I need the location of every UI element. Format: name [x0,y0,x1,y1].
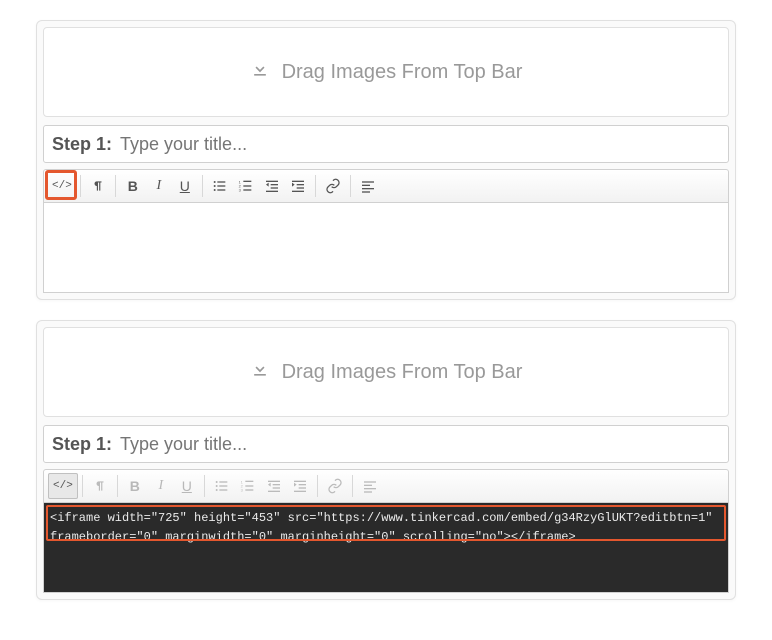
italic-button[interactable]: I [146,173,172,199]
code-view-button[interactable]: </> [48,173,76,199]
toolbar-separator [115,175,116,197]
toolbar-separator [204,475,205,497]
editor-toolbar: </> B I U 123 [43,469,729,503]
italic-button: I [148,473,174,499]
toolbar-separator [202,175,203,197]
bold-button[interactable]: B [120,173,146,199]
title-input[interactable] [120,134,720,155]
image-drop-zone[interactable]: Drag Images From Top Bar [43,27,729,117]
code-editor-content[interactable]: <iframe width="725" height="453" src="ht… [43,503,729,593]
svg-text:3: 3 [240,487,243,492]
image-drop-zone[interactable]: Drag Images From Top Bar [43,327,729,417]
indent-button [287,473,313,499]
step-title-row: Step 1: [43,425,729,463]
editor-panel: Drag Images From Top Bar Step 1: </> B I… [36,20,736,300]
step-title-row: Step 1: [43,125,729,163]
toolbar-separator [315,175,316,197]
drop-zone-label: Drag Images From Top Bar [282,361,523,384]
editor-content[interactable] [43,203,729,293]
download-arrow-icon [250,359,270,385]
toolbar-separator [350,175,351,197]
step-number-label: Step 1: [52,134,112,155]
indent-button[interactable] [285,173,311,199]
align-left-button[interactable] [355,173,381,199]
editor-panel: Drag Images From Top Bar Step 1: </> B I… [36,320,736,600]
underline-button: U [174,473,200,499]
bold-button: B [122,473,148,499]
drop-zone-label: Drag Images From Top Bar [282,61,523,84]
editor-toolbar: </> B I U 123 [43,169,729,203]
toolbar-separator [317,475,318,497]
download-arrow-icon [250,59,270,85]
outdent-button[interactable] [259,173,285,199]
unordered-list-button [209,473,235,499]
outdent-button [261,473,287,499]
toolbar-separator [80,175,81,197]
paragraph-button [87,473,113,499]
underline-button[interactable]: U [172,173,198,199]
ordered-list-button[interactable]: 123 [233,173,259,199]
code-view-button[interactable]: </> [48,473,78,499]
link-button [322,473,348,499]
unordered-list-button[interactable] [207,173,233,199]
link-button[interactable] [320,173,346,199]
title-input[interactable] [120,434,720,455]
svg-text:3: 3 [238,187,241,192]
toolbar-separator [82,475,83,497]
toolbar-separator [352,475,353,497]
align-left-button [357,473,383,499]
ordered-list-button: 123 [235,473,261,499]
code-text: <iframe width="725" height="453" src="ht… [50,511,713,544]
toolbar-separator [117,475,118,497]
step-number-label: Step 1: [52,434,112,455]
paragraph-button[interactable] [85,173,111,199]
